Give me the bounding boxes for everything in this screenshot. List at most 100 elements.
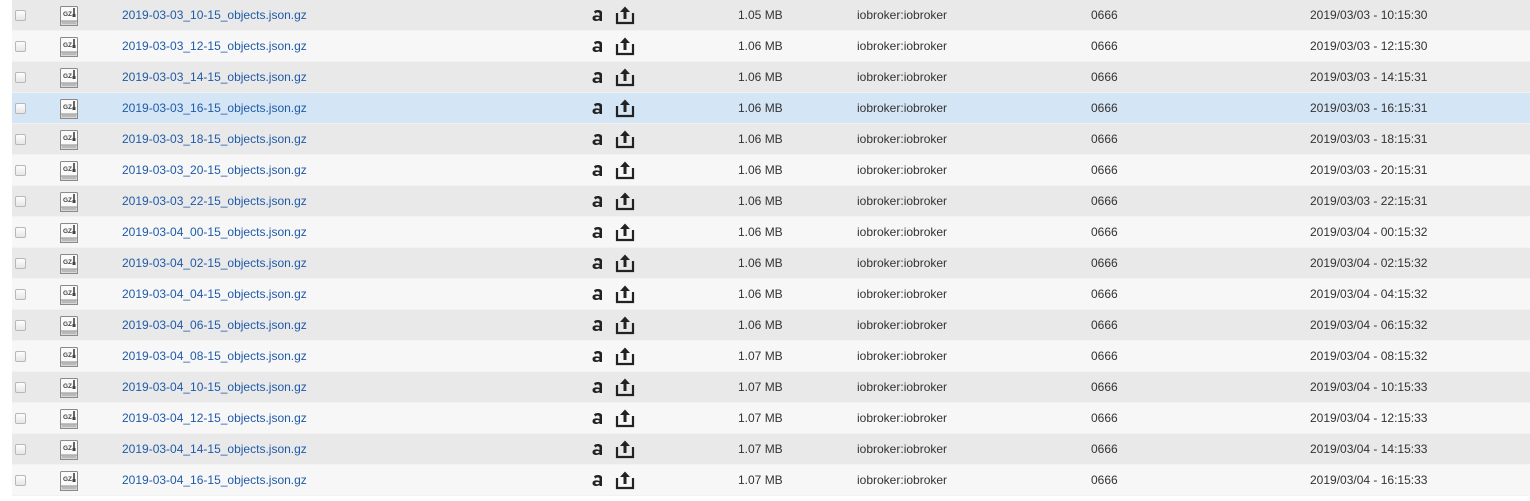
- file-owner: iobroker:iobroker: [857, 39, 948, 53]
- rename-icon[interactable]: [590, 69, 606, 85]
- file-mode: 0666: [1091, 225, 1118, 239]
- file-row[interactable]: GZ 2019-03-04_16-15_objects.json.gz 1.07 M…: [12, 465, 1530, 496]
- row-checkbox[interactable]: [15, 258, 26, 269]
- rename-icon[interactable]: [590, 224, 606, 240]
- rename-icon[interactable]: [590, 472, 606, 488]
- row-checkbox[interactable]: [15, 227, 26, 238]
- file-date: 2019/03/03 - 22:15:31: [1310, 194, 1428, 208]
- file-name-link[interactable]: 2019-03-03_22-15_objects.json.gz: [122, 186, 307, 217]
- row-checkbox[interactable]: [15, 41, 26, 52]
- rename-icon[interactable]: [590, 348, 606, 364]
- file-name-link[interactable]: 2019-03-04_04-15_objects.json.gz: [122, 279, 307, 310]
- rename-icon[interactable]: [590, 162, 606, 178]
- row-checkbox[interactable]: [15, 444, 26, 455]
- row-checkbox[interactable]: [15, 382, 26, 393]
- file-row[interactable]: GZ 2019-03-04_12-15_objects.json.gz 1.07 M…: [12, 403, 1530, 434]
- file-mode: 0666: [1091, 318, 1118, 332]
- file-owner: iobroker:iobroker: [857, 163, 948, 177]
- file-row[interactable]: GZ 2019-03-03_10-15_objects.json.gz 1.05 M…: [12, 0, 1530, 31]
- row-checkbox[interactable]: [15, 196, 26, 207]
- file-mode: 0666: [1091, 473, 1118, 487]
- file-name-link[interactable]: 2019-03-04_06-15_objects.json.gz: [122, 310, 307, 341]
- file-name-link[interactable]: 2019-03-03_20-15_objects.json.gz: [122, 155, 307, 186]
- row-checkbox[interactable]: [15, 475, 26, 486]
- file-row[interactable]: GZ 2019-03-04_06-15_objects.json.gz 1.06 M…: [12, 310, 1530, 341]
- download-icon[interactable]: [614, 315, 636, 335]
- file-row[interactable]: GZ 2019-03-03_18-15_objects.json.gz 1.06 M…: [12, 124, 1530, 155]
- row-checkbox[interactable]: [15, 351, 26, 362]
- file-row[interactable]: GZ 2019-03-04_02-15_objects.json.gz 1.06 M…: [12, 248, 1530, 279]
- rename-icon[interactable]: [590, 193, 606, 209]
- row-checkbox[interactable]: [15, 320, 26, 331]
- download-icon[interactable]: [614, 346, 636, 366]
- svg-text:GZ: GZ: [63, 135, 72, 142]
- file-row[interactable]: GZ 2019-03-03_16-15_objects.json.gz 1.06 M…: [12, 93, 1530, 124]
- rename-icon[interactable]: [590, 410, 606, 426]
- file-name-link[interactable]: 2019-03-03_10-15_objects.json.gz: [122, 0, 307, 31]
- rename-icon[interactable]: [590, 379, 606, 395]
- row-checkbox[interactable]: [15, 413, 26, 424]
- download-icon[interactable]: [614, 253, 636, 273]
- download-icon[interactable]: [614, 36, 636, 56]
- rename-icon[interactable]: [590, 131, 606, 147]
- file-mode: 0666: [1091, 287, 1118, 301]
- file-row[interactable]: GZ 2019-03-03_12-15_objects.json.gz 1.06 M…: [12, 31, 1530, 62]
- file-name-link[interactable]: 2019-03-03_12-15_objects.json.gz: [122, 31, 307, 62]
- gz-archive-icon: GZ: [58, 5, 80, 27]
- rename-icon[interactable]: [590, 7, 606, 23]
- rename-icon[interactable]: [590, 100, 606, 116]
- file-size: 1.06 MB: [738, 101, 783, 115]
- file-date: 2019/03/04 - 08:15:32: [1310, 349, 1428, 363]
- file-mode: 0666: [1091, 8, 1118, 22]
- download-icon[interactable]: [614, 5, 636, 25]
- download-icon[interactable]: [614, 98, 636, 118]
- row-checkbox[interactable]: [15, 72, 26, 83]
- file-row[interactable]: GZ 2019-03-04_14-15_objects.json.gz 1.07 M…: [12, 434, 1530, 465]
- svg-text:GZ: GZ: [63, 73, 72, 80]
- rename-icon[interactable]: [590, 317, 606, 333]
- rename-icon[interactable]: [590, 255, 606, 271]
- download-icon[interactable]: [614, 470, 636, 490]
- gz-archive-icon: GZ: [58, 470, 80, 492]
- file-size: 1.07 MB: [738, 380, 783, 394]
- file-row[interactable]: GZ 2019-03-04_04-15_objects.json.gz 1.06 M…: [12, 279, 1530, 310]
- file-name-link[interactable]: 2019-03-03_14-15_objects.json.gz: [122, 62, 307, 93]
- download-icon[interactable]: [614, 160, 636, 180]
- file-row[interactable]: GZ 2019-03-03_20-15_objects.json.gz 1.06 M…: [12, 155, 1530, 186]
- file-name-link[interactable]: 2019-03-04_08-15_objects.json.gz: [122, 341, 307, 372]
- rename-icon[interactable]: [590, 441, 606, 457]
- download-icon[interactable]: [614, 222, 636, 242]
- row-checkbox[interactable]: [15, 289, 26, 300]
- download-icon[interactable]: [614, 439, 636, 459]
- file-row[interactable]: GZ 2019-03-03_14-15_objects.json.gz 1.06 M…: [12, 62, 1530, 93]
- file-name-link[interactable]: 2019-03-04_16-15_objects.json.gz: [122, 465, 307, 496]
- file-owner: iobroker:iobroker: [857, 225, 948, 239]
- file-name-link[interactable]: 2019-03-04_10-15_objects.json.gz: [122, 372, 307, 403]
- row-checkbox[interactable]: [15, 10, 26, 21]
- file-size: 1.06 MB: [738, 70, 783, 84]
- file-date: 2019/03/04 - 04:15:32: [1310, 287, 1428, 301]
- gz-archive-icon: GZ: [58, 253, 80, 275]
- row-checkbox[interactable]: [15, 165, 26, 176]
- download-icon[interactable]: [614, 408, 636, 428]
- file-name-link[interactable]: 2019-03-03_16-15_objects.json.gz: [122, 93, 307, 124]
- download-icon[interactable]: [614, 67, 636, 87]
- row-checkbox[interactable]: [15, 103, 26, 114]
- file-owner: iobroker:iobroker: [857, 132, 948, 146]
- file-name-link[interactable]: 2019-03-04_02-15_objects.json.gz: [122, 248, 307, 279]
- download-icon[interactable]: [614, 191, 636, 211]
- file-row[interactable]: GZ 2019-03-04_10-15_objects.json.gz 1.07 M…: [12, 372, 1530, 403]
- file-row[interactable]: GZ 2019-03-03_22-15_objects.json.gz 1.06 M…: [12, 186, 1530, 217]
- rename-icon[interactable]: [590, 38, 606, 54]
- file-name-link[interactable]: 2019-03-04_12-15_objects.json.gz: [122, 403, 307, 434]
- file-name-link[interactable]: 2019-03-04_14-15_objects.json.gz: [122, 434, 307, 465]
- download-icon[interactable]: [614, 284, 636, 304]
- row-checkbox[interactable]: [15, 134, 26, 145]
- download-icon[interactable]: [614, 129, 636, 149]
- file-name-link[interactable]: 2019-03-03_18-15_objects.json.gz: [122, 124, 307, 155]
- file-name-link[interactable]: 2019-03-04_00-15_objects.json.gz: [122, 217, 307, 248]
- download-icon[interactable]: [614, 377, 636, 397]
- file-row[interactable]: GZ 2019-03-04_08-15_objects.json.gz 1.07 M…: [12, 341, 1530, 372]
- file-row[interactable]: GZ 2019-03-04_00-15_objects.json.gz 1.06 M…: [12, 217, 1530, 248]
- rename-icon[interactable]: [590, 286, 606, 302]
